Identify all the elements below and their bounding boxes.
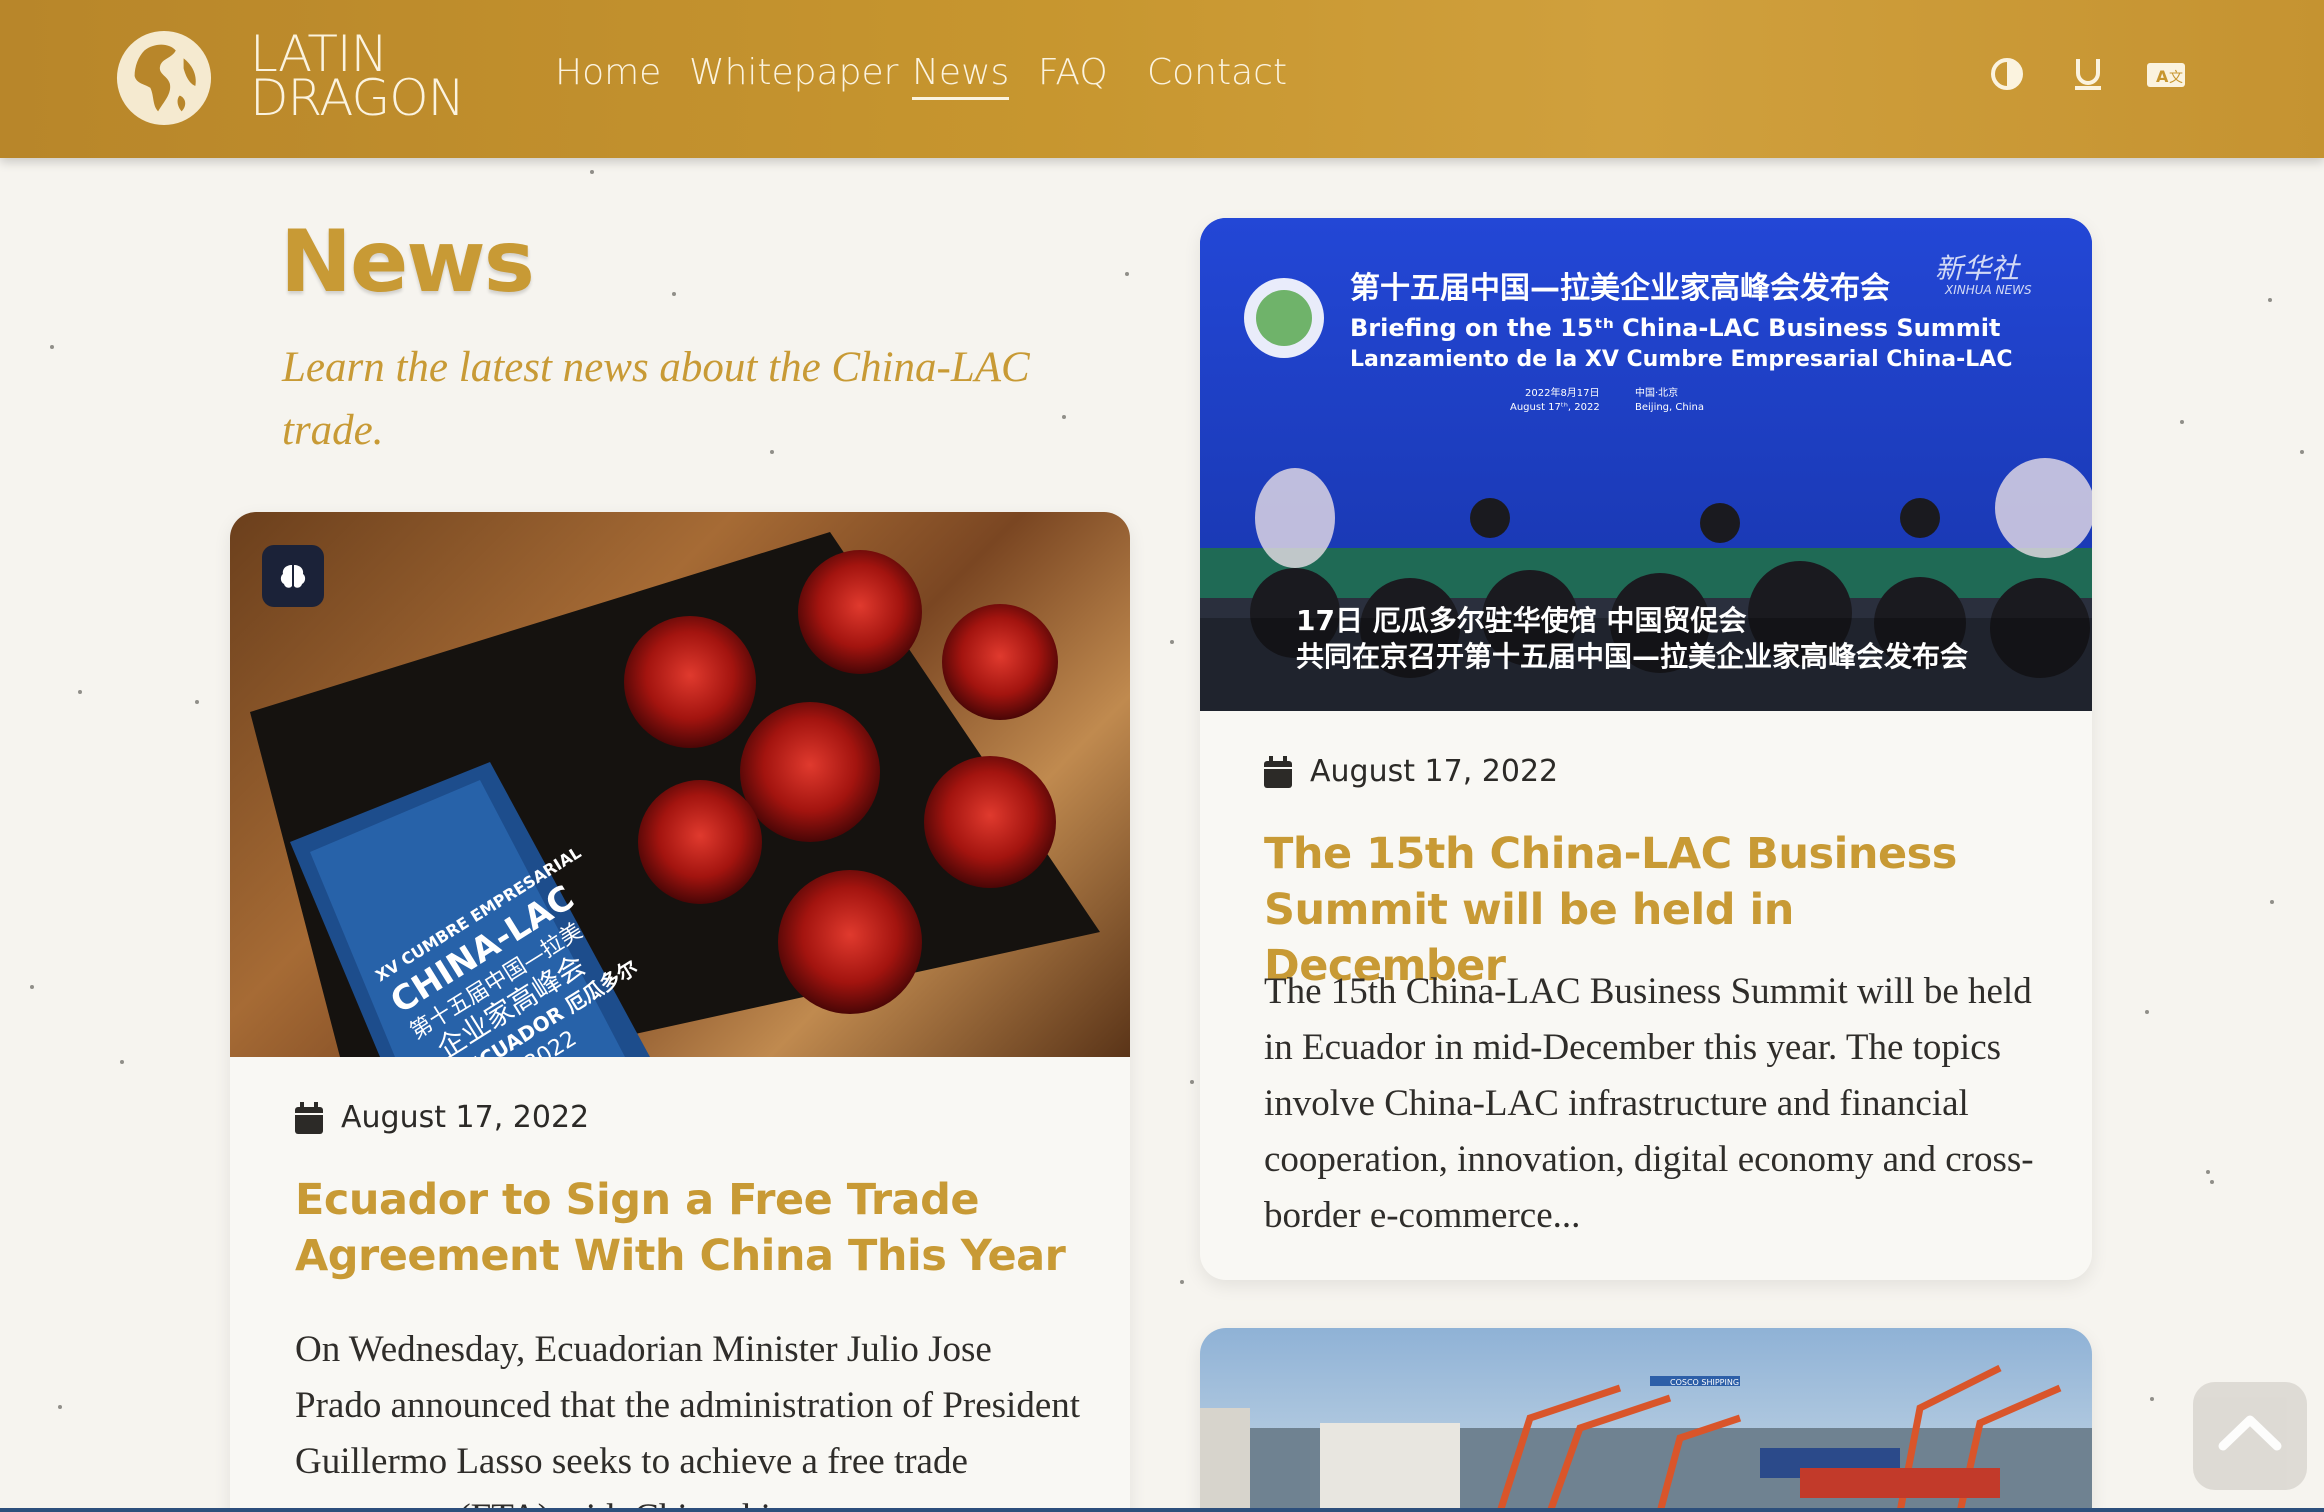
brand-line2: DRAGON <box>250 69 465 127</box>
scroll-to-top-button[interactable] <box>2193 1382 2307 1490</box>
caption-line-1: 17日 厄瓜多尔驻华使馆 中国贸促会 <box>1296 604 1746 637</box>
nav-home[interactable]: Home <box>555 52 661 93</box>
news-image-roses-box[interactable]: XV CUMBRE EMPRESARIAL CHINA-LAC 第十五届中国—拉… <box>230 512 1130 1057</box>
banner-english: Briefing on the 15ᵗʰ China-LAC Business … <box>1350 314 2000 342</box>
svg-text:A: A <box>2156 67 2169 86</box>
news-excerpt: On Wednesday, Ecuadorian Minister Julio … <box>295 1329 1081 1512</box>
roses-box-illustration: XV CUMBRE EMPRESARIAL CHINA-LAC 第十五届中国—拉… <box>250 532 1100 1057</box>
underline-icon[interactable] <box>2071 56 2105 92</box>
page-title: News <box>280 212 535 312</box>
news-title[interactable]: Ecuador to Sign a Free Trade Agreement W… <box>295 1172 1075 1284</box>
nav-contact[interactable]: Contact <box>1147 52 1287 93</box>
svg-text:文: 文 <box>2169 70 2183 86</box>
brand-name[interactable]: LATIN DRAGON <box>250 29 465 127</box>
brain-icon <box>280 565 306 588</box>
watermark-en: XINHUA NEWS <box>1944 283 2032 297</box>
ai-badge[interactable] <box>262 545 324 607</box>
banner-place-cn: 中国·北京 <box>1635 386 1678 399</box>
banner-place-en: Beijing, China <box>1635 402 1704 413</box>
chevron-up-icon <box>2218 1415 2282 1451</box>
date-text: August 17, 2022 <box>1310 754 1559 789</box>
news-date: August 17, 2022 <box>1264 754 1558 789</box>
contrast-icon[interactable] <box>1989 56 2025 92</box>
banner-chinese: 第十五届中国—拉美企业家高峰会发布会 <box>1350 271 1890 306</box>
news-excerpt: The 15th China-LAC Business Summit will … <box>1264 971 2034 1236</box>
nav-faq[interactable]: FAQ <box>1038 52 1108 93</box>
date-text: August 17, 2022 <box>341 1100 590 1135</box>
caption-line-2: 共同在京召开第十五届中国—拉美企业家高峰会发布会 <box>1296 640 1968 673</box>
summit-briefing-illustration: 第十五届中国—拉美企业家高峰会发布会 Briefing on the 15ᵗʰ … <box>1200 218 2092 711</box>
globe-logo-icon[interactable] <box>115 29 213 127</box>
news-image-summit-briefing[interactable]: 第十五届中国—拉美企业家高峰会发布会 Briefing on the 15ᵗʰ … <box>1200 218 2092 711</box>
port-illustration: COSCO SHIPPING <box>1200 1328 2092 1512</box>
bottom-edge <box>0 1508 2324 1512</box>
nav-whitepaper[interactable]: Whitepaper <box>689 52 898 93</box>
calendar-icon <box>1264 755 1292 788</box>
crane-label: COSCO SHIPPING <box>1670 1378 1739 1387</box>
news-card-ecuador-fta[interactable]: XV CUMBRE EMPRESARIAL CHINA-LAC 第十五届中国—拉… <box>230 512 1130 1512</box>
calendar-icon <box>295 1101 323 1134</box>
watermark-cn: 新华社 <box>1935 252 2021 285</box>
banner-spanish: Lanzamiento de la XV Cumbre Empresarial … <box>1350 347 2012 372</box>
translate-icon[interactable]: A 文 <box>2146 56 2186 92</box>
top-navbar: LATIN DRAGON Home Whitepaper News FAQ Co… <box>0 0 2324 158</box>
news-card-port[interactable]: COSCO SHIPPING <box>1200 1328 2092 1512</box>
banner-date-en: August 17ᵗʰ, 2022 <box>1510 402 1600 413</box>
news-date: August 17, 2022 <box>295 1100 589 1135</box>
news-card-summit-december[interactable]: 第十五届中国—拉美企业家高峰会发布会 Briefing on the 15ᵗʰ … <box>1200 218 2092 1280</box>
news-image-port[interactable]: COSCO SHIPPING <box>1200 1328 2092 1512</box>
banner-date-cn: 2022年8月17日 <box>1525 386 1600 399</box>
page-subtitle: Learn the latest news about the China-LA… <box>282 344 1030 454</box>
nav-news[interactable]: News <box>912 52 1010 100</box>
